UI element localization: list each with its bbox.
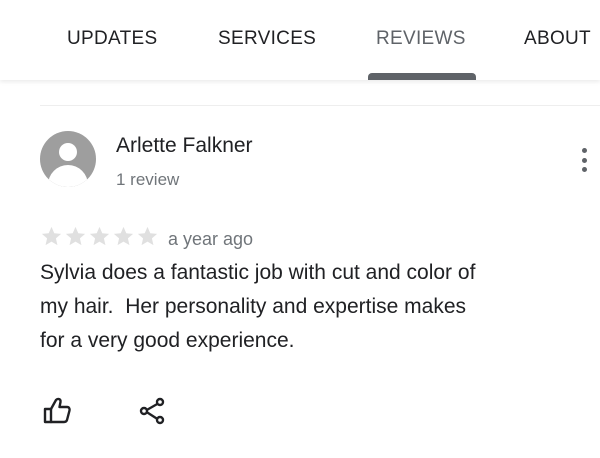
share-icon[interactable] bbox=[136, 394, 170, 428]
tab-bar: UPDATES SERVICES REVIEWS ABOUT bbox=[0, 0, 600, 80]
star-icon bbox=[88, 225, 111, 248]
tab-services[interactable]: SERVICES bbox=[218, 28, 316, 50]
star-rating bbox=[40, 225, 159, 249]
review-date: a year ago bbox=[168, 229, 254, 249]
reviewer-name[interactable]: Arlette Falkner bbox=[116, 134, 253, 158]
review-text: Sylvia does a fantastic job with cut and… bbox=[40, 261, 476, 352]
divider bbox=[40, 105, 600, 106]
thumbs-up-icon[interactable] bbox=[40, 394, 74, 428]
tab-updates[interactable]: UPDATES bbox=[67, 28, 157, 50]
reviewer-avatar-icon[interactable] bbox=[40, 131, 96, 187]
reviewer-review-count: 1 review bbox=[116, 170, 180, 189]
tab-reviews[interactable]: REVIEWS bbox=[376, 28, 466, 50]
star-icon bbox=[136, 225, 159, 248]
active-tab-indicator bbox=[368, 73, 476, 80]
tab-about[interactable]: ABOUT bbox=[524, 28, 591, 50]
star-icon bbox=[40, 225, 63, 248]
star-icon bbox=[112, 225, 135, 248]
more-vert-icon[interactable] bbox=[570, 144, 598, 176]
star-icon bbox=[64, 225, 87, 248]
